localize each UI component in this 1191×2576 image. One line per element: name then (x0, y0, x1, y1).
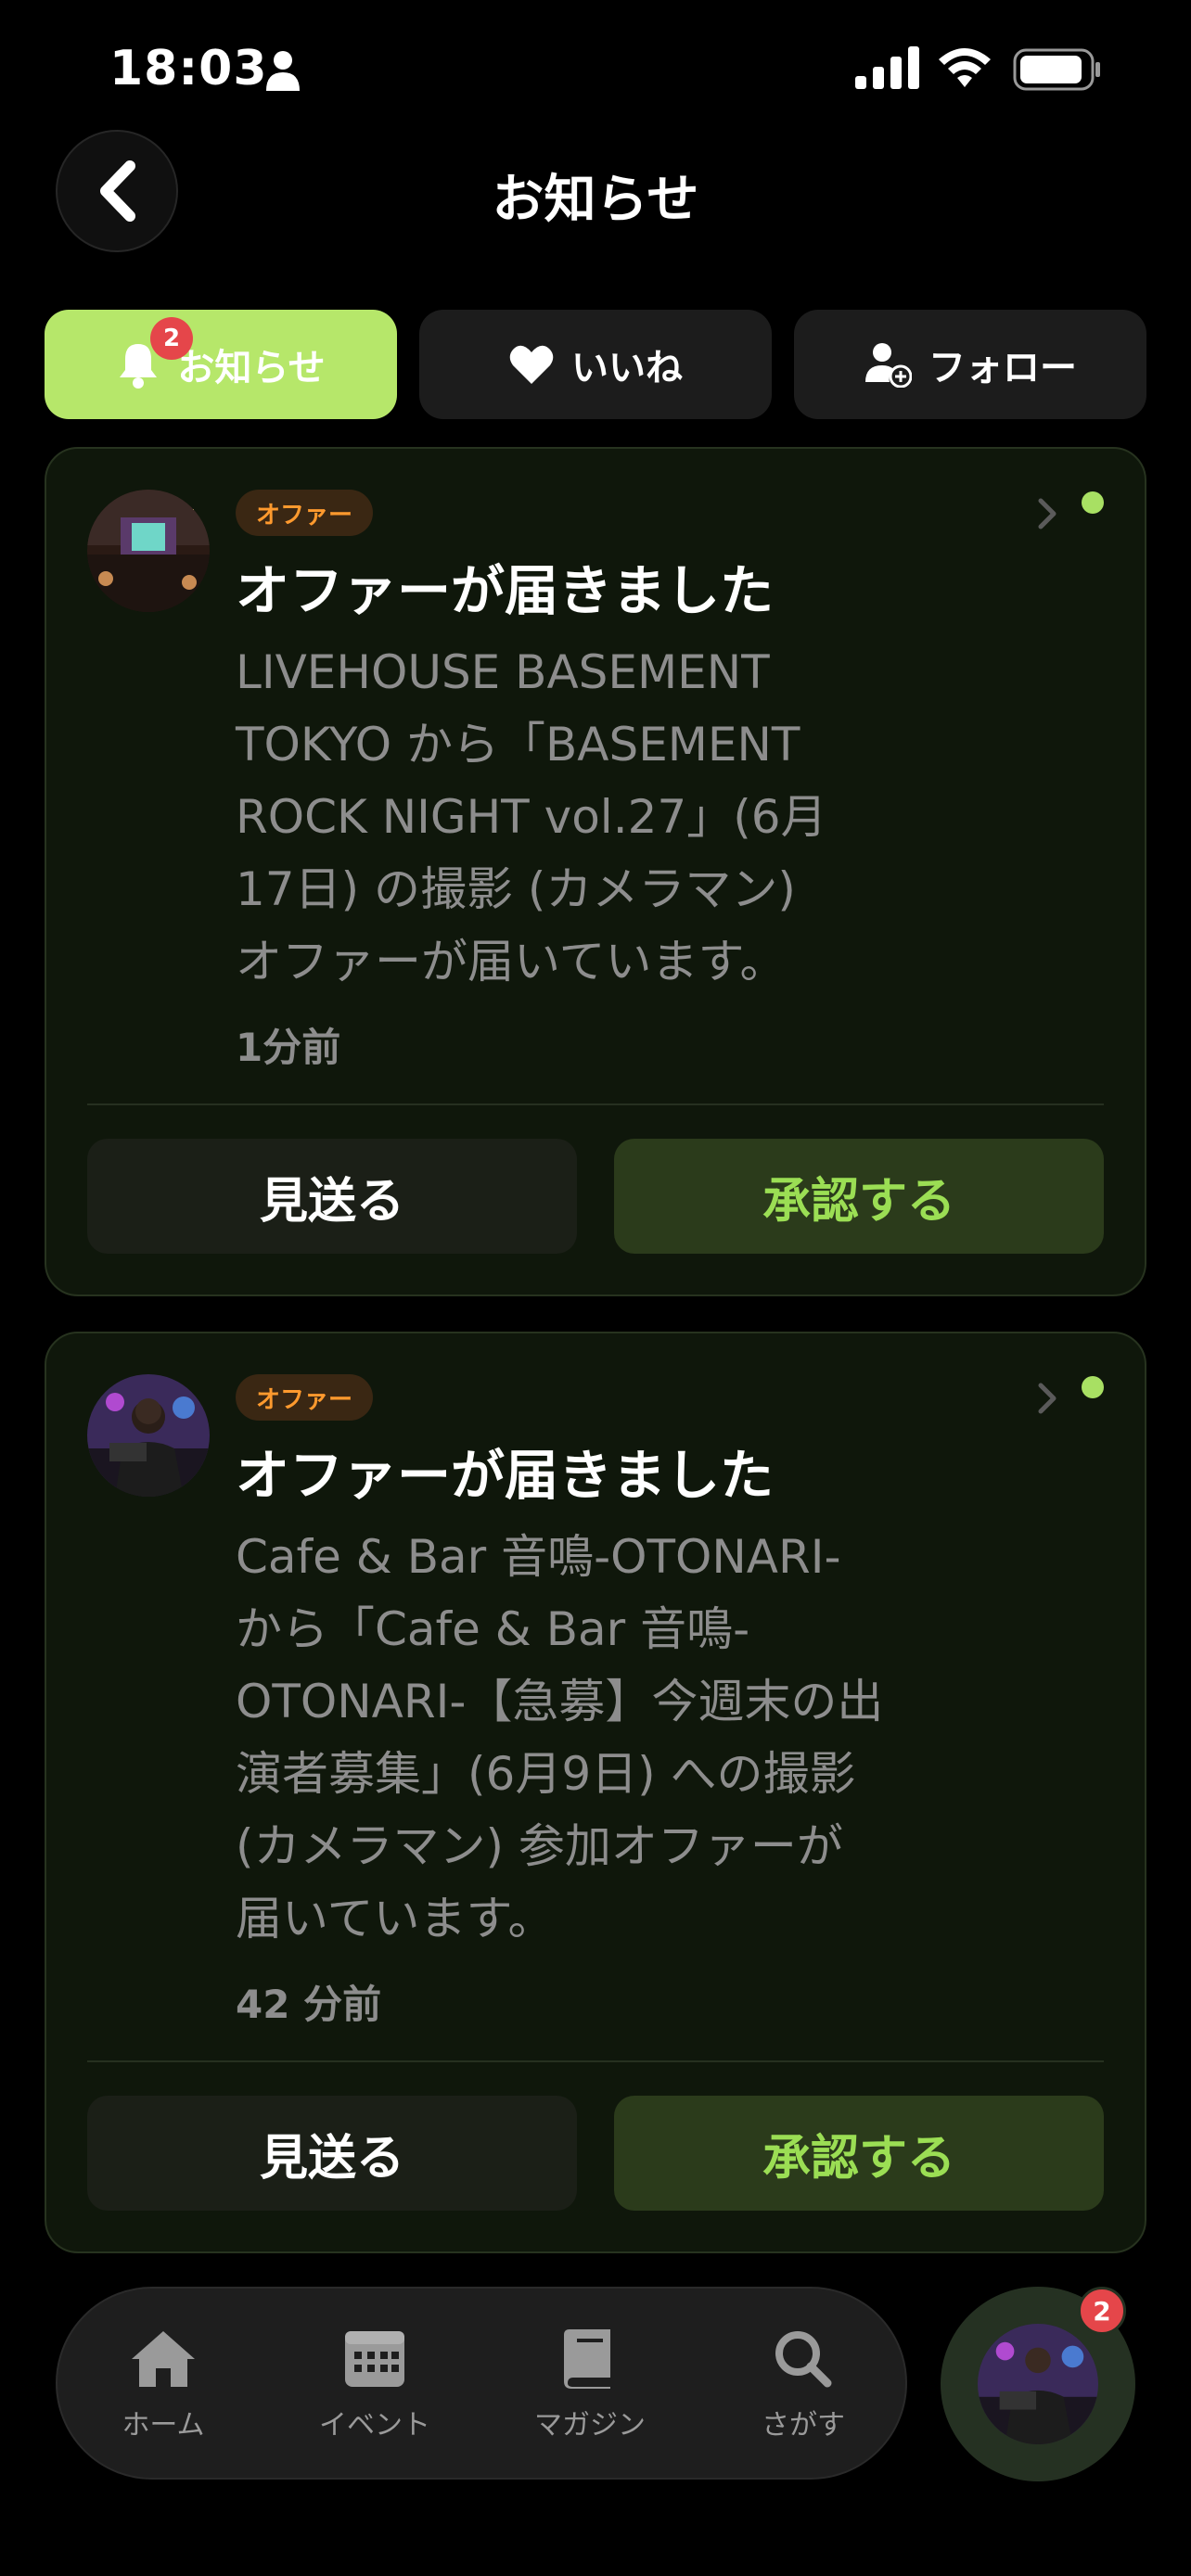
chevron-right-icon[interactable] (1033, 1378, 1061, 1419)
venue-avatar (87, 1374, 210, 1497)
nav-item-event[interactable]: イベント (301, 2326, 449, 2442)
book-icon (564, 2329, 610, 2389)
nav-item-label: さがす (762, 2409, 845, 2442)
heart-icon (509, 345, 554, 384)
nav-item-search[interactable]: さがす (729, 2326, 877, 2442)
profile-notification-badge: 2 (1078, 2287, 1126, 2335)
battery-icon (1013, 48, 1100, 91)
user-avatar (978, 2324, 1098, 2444)
accept-button[interactable]: 承認する (614, 2096, 1104, 2211)
nav-item-label: イベント (319, 2409, 430, 2442)
notification-title: オファーが届きました (236, 559, 775, 622)
tab-likes-label: いいね (571, 347, 683, 389)
notification-title: オファーが届きました (236, 1444, 775, 1507)
status-time: 18:03 (109, 41, 268, 96)
search-icon (775, 2331, 832, 2388)
tab-follows[interactable]: フォロー (794, 310, 1146, 419)
home-icon (132, 2331, 195, 2387)
notification-body: LIVEHOUSE BASEMENT TOKYO から「BASEMENT ROC… (236, 645, 827, 988)
card-divider (87, 2060, 1104, 2062)
offer-badge: オファー (236, 490, 374, 536)
notification-card[interactable]: オファー オファーが届きました LIVEHOUSE BASEMENT TOKYO… (45, 447, 1146, 1296)
bottom-nav: ホーム イベント マガジン さがす (56, 2287, 907, 2480)
notification-count-badge: 2 (150, 317, 193, 360)
unread-dot (1082, 1376, 1104, 1398)
calendar-icon (345, 2331, 404, 2387)
offer-badge: オファー (236, 1374, 374, 1421)
card-divider (87, 1103, 1104, 1105)
nav-item-magazine[interactable]: マガジン (516, 2326, 664, 2442)
tab-notifications[interactable]: お知らせ 2 (45, 310, 397, 419)
notification-time: 42 分前 (236, 1982, 382, 2027)
nav-item-label: マガジン (534, 2409, 646, 2442)
skip-button[interactable]: 見送る (87, 2096, 577, 2211)
notification-body: Cafe & Bar 音鳴-OTONARI- から「Cafe & Bar 音鳴-… (236, 1530, 884, 1945)
chevron-right-icon[interactable] (1033, 493, 1061, 534)
notification-card[interactable]: オファー オファーが届きました Cafe & Bar 音鳴-OTONARI- か… (45, 1332, 1146, 2253)
status-bar: 18:03 (0, 0, 1191, 139)
nav-item-home[interactable]: ホーム (89, 2326, 237, 2442)
cellular-signal-icon (855, 46, 919, 89)
wifi-icon (939, 48, 991, 87)
skip-button[interactable]: 見送る (87, 1139, 577, 1254)
notification-time: 1分前 (236, 1025, 341, 1070)
nav-item-label: ホーム (122, 2409, 205, 2442)
person-icon (266, 51, 300, 91)
unread-dot (1082, 491, 1104, 514)
tab-follows-label: フォロー (928, 347, 1077, 389)
tab-likes[interactable]: いいね (419, 310, 772, 419)
accept-button[interactable]: 承認する (614, 1139, 1104, 1254)
venue-avatar (87, 490, 210, 612)
page-title: お知らせ (492, 170, 699, 230)
person-add-icon (865, 343, 912, 388)
tab-notifications-label: お知らせ (177, 347, 326, 389)
